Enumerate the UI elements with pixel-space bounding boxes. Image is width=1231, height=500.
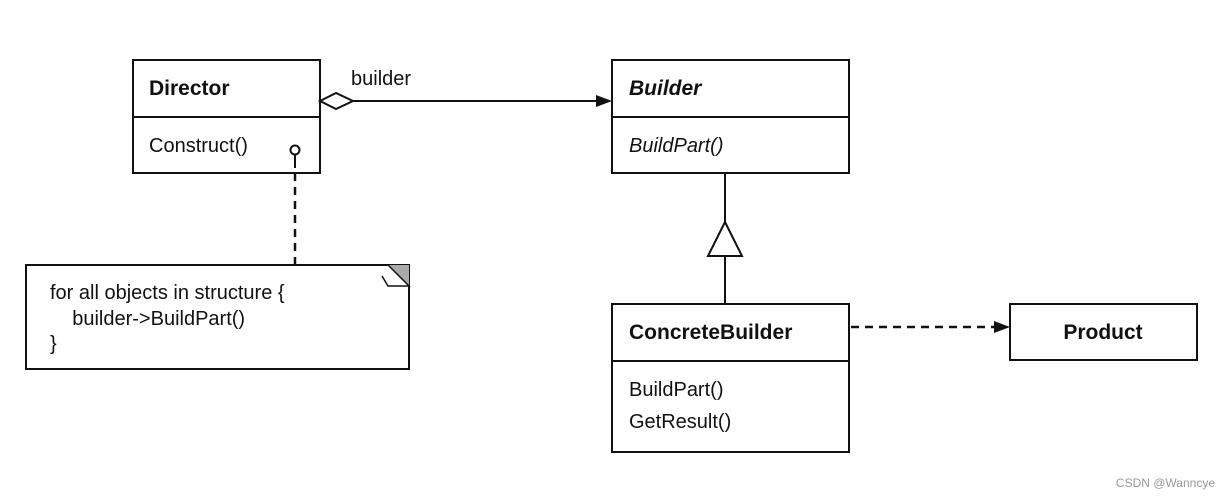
note-line-3: } (50, 333, 57, 355)
arrowhead-icon (596, 95, 612, 107)
note-anchor-circle (289, 144, 301, 156)
builder-name: Builder (629, 77, 703, 100)
concrete-builder-op-getresult: GetResult() (629, 411, 731, 433)
class-builder: Builder BuildPart() (611, 59, 850, 174)
concrete-builder-name: ConcreteBuilder (629, 321, 792, 344)
aggregation-label: builder (351, 68, 411, 90)
arrowhead-icon (994, 321, 1010, 333)
concrete-builder-op-buildpart: BuildPart() (629, 379, 723, 401)
note: for all objects in structure { builder->… (25, 155, 411, 370)
class-product: Product (1009, 303, 1198, 361)
class-director: Director Construct() (132, 59, 321, 174)
dependency-concrete-builder-product (851, 321, 1010, 333)
product-name: Product (1063, 321, 1142, 344)
watermark: CSDN @Wanncye (1116, 476, 1215, 490)
class-concrete-builder: ConcreteBuilder BuildPart() GetResult() (611, 303, 850, 453)
uml-class-diagram: Director Construct() builder Builder Bui… (25, 59, 1215, 490)
inheritance-concrete-builder (706, 173, 744, 304)
director-op-construct: Construct() (149, 135, 248, 157)
note-line-1: for all objects in structure { (50, 282, 285, 304)
builder-op-buildpart: BuildPart() (629, 135, 723, 157)
director-name: Director (149, 77, 230, 100)
aggregation-diamond-icon (317, 91, 356, 111)
aggregation-director-builder: builder (317, 68, 612, 111)
note-line-2: builder->BuildPart() (50, 308, 245, 330)
inheritance-triangle-icon (706, 219, 744, 257)
